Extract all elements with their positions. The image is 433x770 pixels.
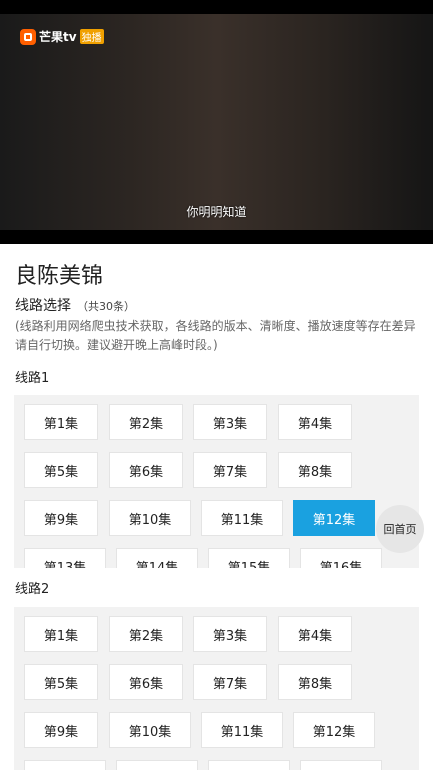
episode-button[interactable]: 第6集 — [109, 452, 183, 488]
episode-button[interactable]: 第1集 — [24, 404, 98, 440]
episode-button[interactable] — [116, 760, 198, 770]
route-select-header: 线路选择 （共30条） — [15, 295, 135, 315]
episode-button[interactable] — [24, 760, 106, 770]
episode-button[interactable]: 第3集 — [193, 404, 267, 440]
episode-button[interactable]: 第5集 — [24, 664, 98, 700]
video-player[interactable]: 芒果tv 独播 你明明知道 — [0, 0, 433, 244]
episode-button[interactable]: 第9集 — [24, 500, 98, 536]
video-frame[interactable] — [0, 14, 433, 230]
episode-button[interactable]: 第15集 — [208, 548, 290, 568]
episode-button[interactable]: 第5集 — [24, 452, 98, 488]
episode-button[interactable]: 第4集 — [278, 404, 352, 440]
episode-button[interactable]: 第10集 — [109, 712, 191, 748]
episode-button[interactable]: 第6集 — [109, 664, 183, 700]
episode-button[interactable]: 第12集 — [293, 712, 375, 748]
route-2-episode-grid: 第1集 第2集 第3集 第4集第5集 第6集 第7集 第8集第9集 第10集 第11集 第12集 — [14, 607, 419, 770]
episode-button[interactable]: 第12集 — [293, 500, 375, 536]
route-1-episode-grid: 第1集 第2集 第3集 第4集 第5集 第6集 第7集 第8集 第9集 第10集 第11集 第12集第… — [14, 395, 419, 568]
episode-button[interactable]: 第2集 — [109, 616, 183, 652]
episode-button[interactable]: 第8集 — [278, 452, 352, 488]
episode-button[interactable]: 第1集 — [24, 616, 98, 652]
episode-button[interactable]: 第7集 — [193, 664, 267, 700]
episode-button[interactable]: 第16集 — [300, 548, 382, 568]
show-title: 良陈美锦 — [15, 264, 104, 289]
episode-button[interactable]: 第13集 — [24, 548, 106, 568]
episode-button[interactable]: 第11集 — [201, 712, 283, 748]
episode-button[interactable] — [208, 760, 290, 770]
route-1-label: 线路1 — [15, 371, 50, 386]
logo-text: 芒果tv — [39, 30, 77, 44]
mango-logo-icon — [20, 28, 36, 45]
route-notice: (线路利用网络爬虫技术获取，各线路的版本、清晰度、播放速度等存在差异请自行切换。… — [15, 319, 416, 352]
episode-button[interactable] — [300, 760, 382, 770]
route-2-label: 线路2 — [15, 582, 50, 597]
episode-button[interactable]: 第11集 — [201, 500, 283, 536]
mango-tv-logo: 芒果tv 独播 — [20, 28, 104, 45]
video-subtitle: 你明明知道 — [186, 205, 247, 219]
episode-button[interactable]: 第3集 — [193, 616, 267, 652]
exclusive-tag: 独播 — [79, 29, 104, 44]
back-to-home-button[interactable]: 回首页 — [376, 505, 424, 553]
episode-button[interactable]: 第2集 — [109, 404, 183, 440]
episode-button[interactable]: 第9集 — [24, 712, 98, 748]
episode-button[interactable]: 第8集 — [278, 664, 352, 700]
route-count: （共30条） — [77, 300, 135, 313]
episode-button[interactable]: 第10集 — [109, 500, 191, 536]
episode-button[interactable]: 第4集 — [278, 616, 352, 652]
route-select-label: 线路选择 — [15, 298, 71, 314]
episode-button[interactable]: 第7集 — [193, 452, 267, 488]
episode-button[interactable]: 第14集 — [116, 548, 198, 568]
